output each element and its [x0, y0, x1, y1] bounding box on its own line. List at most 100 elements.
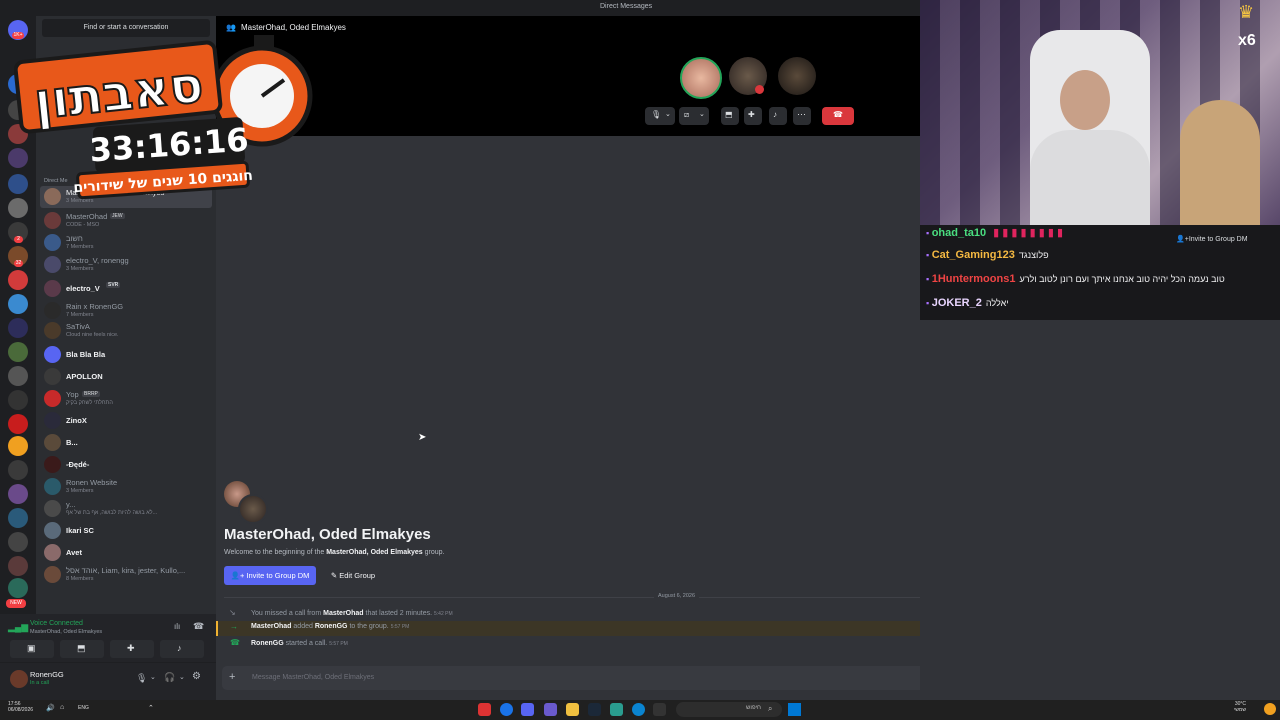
server-icon[interactable]	[8, 578, 28, 598]
avatar	[44, 346, 61, 363]
dm-item[interactable]: y... לא בושה להיות לבושה, אף בת של אף...	[40, 498, 212, 520]
server-icon[interactable]	[8, 366, 28, 386]
weather-widget[interactable]: 30°C שמשי	[1234, 701, 1246, 713]
dm-item[interactable]: B...	[40, 432, 212, 454]
leave-call-button[interactable]: ☎	[822, 107, 854, 125]
participant-avatar[interactable]	[778, 57, 816, 95]
message-post: to the group.	[347, 623, 389, 630]
chevron-down-icon[interactable]: ⌄	[150, 673, 156, 681]
mic-toggle[interactable]: 🎙 ⌄	[645, 107, 675, 125]
dm-item[interactable]: MasterOhad JEW CODE - MSO	[40, 210, 212, 232]
welcome-name: MasterOhad, Oded Elmakyes	[326, 549, 423, 556]
message-user[interactable]: MasterOhad	[323, 610, 363, 617]
message-user[interactable]: RonenGG	[315, 623, 348, 630]
server-icon[interactable]	[8, 532, 28, 552]
screenshare-button[interactable]: ⬒	[60, 640, 104, 658]
dm-name: חשוב	[66, 234, 83, 243]
dm-item[interactable]: Bla Bla Bla	[40, 344, 212, 366]
settings-gear-icon[interactable]: ⚙	[192, 671, 201, 682]
camera-button[interactable]: ▣	[10, 640, 54, 658]
camera-toggle[interactable]: ⧄ ⌄	[679, 107, 709, 125]
chevron-up-icon[interactable]: ⌃	[148, 704, 154, 712]
edit-group-button[interactable]: ✎ Edit Group	[324, 566, 382, 585]
dm-item[interactable]: SaTivA Cloud nine feels nice.	[40, 320, 212, 342]
voice-channel[interactable]: MasterOhad, Oded Elmakyes	[30, 629, 102, 635]
dm-item[interactable]: חשוב 7 Members	[40, 232, 212, 254]
network-icon[interactable]: ⌂	[60, 704, 64, 711]
server-icon[interactable]	[8, 414, 28, 434]
server-icon[interactable]	[8, 460, 28, 480]
avatar[interactable]	[10, 670, 28, 688]
subathon-overlay: סאבתון 33:16:16 חוגגים 10 שנים של שידורי…	[14, 35, 313, 200]
avatar	[44, 256, 61, 273]
mic-icon[interactable]: 🎙	[136, 673, 147, 684]
noise-suppression-icon[interactable]: ılı	[174, 622, 180, 631]
dm-item[interactable]: Avet	[40, 542, 212, 564]
welcome-text: Welcome to the beginning of the MasterOh…	[224, 549, 445, 556]
message-user[interactable]: MasterOhad	[251, 623, 291, 630]
soundboard-button[interactable]: ♪	[769, 107, 787, 125]
activity-button[interactable]: ✚	[110, 640, 154, 658]
headphones-icon[interactable]: 🎧	[164, 672, 175, 683]
message-post: that lasted 2 minutes.	[363, 610, 433, 617]
streamer-head	[1060, 70, 1110, 130]
taskbar-clock[interactable]: 17:56 06/08/2026	[8, 701, 33, 713]
dm-name: B...	[66, 438, 78, 447]
dm-subtitle: Cloud nine feels nice.	[66, 332, 119, 338]
folder-icon[interactable]	[566, 703, 579, 716]
soundboard-button[interactable]: ♪	[160, 640, 204, 658]
volume-icon[interactable]: 🔊	[46, 704, 55, 712]
server-icon[interactable]	[8, 294, 28, 314]
avatar	[44, 522, 61, 539]
dm-item[interactable]: Ronen Website 3 Members	[40, 476, 212, 498]
start-icon[interactable]	[788, 703, 801, 716]
stream-chat-message: ▪ Cat_Gaming123 פלוצנגד	[926, 249, 1276, 267]
add-attachment-icon[interactable]: +	[229, 671, 235, 683]
app-icon[interactable]	[653, 703, 666, 716]
dm-item[interactable]: electro_V, ronengg 3 Members	[40, 254, 212, 276]
more-button[interactable]: ⋯	[793, 107, 811, 125]
dm-item[interactable]: Rain x RonenGG 7 Members	[40, 300, 212, 322]
server-icon[interactable]	[8, 484, 28, 504]
server-icon[interactable]	[8, 318, 28, 338]
chevron-down-icon[interactable]: ⌄	[179, 673, 185, 681]
dm-name: APOLLON	[66, 372, 103, 381]
dm-item[interactable]: Ikari SC	[40, 520, 212, 542]
server-icon[interactable]	[8, 342, 28, 362]
chrome-icon[interactable]	[500, 703, 513, 716]
app-icon[interactable]	[478, 703, 491, 716]
dm-item[interactable]: ZinoX	[40, 410, 212, 432]
dm-item[interactable]: electro_V SVR	[40, 278, 212, 300]
app-icon[interactable]	[544, 703, 557, 716]
server-icon[interactable]	[8, 556, 28, 576]
dm-item[interactable]: אוהד אסל, Liam, kira, jester, Kullo,... 8…	[40, 564, 212, 586]
dm-item[interactable]: APOLLON	[40, 366, 212, 388]
screenshare-button[interactable]: ⬒	[721, 107, 739, 125]
message-user[interactable]: RonenGG	[251, 640, 284, 647]
avatar	[44, 478, 61, 495]
app-icon[interactable]	[610, 703, 623, 716]
stream-chat-text: טוב נעמה הכל יהיה טוב אנחנו איתך ועם רונ…	[1019, 274, 1225, 284]
taskbar-search[interactable]: חיפוש ⌕	[676, 702, 782, 717]
steam-icon[interactable]	[588, 703, 601, 716]
message-text: RonenGG started a call. 5:57 PM	[251, 640, 348, 647]
disconnect-icon[interactable]: ☎	[193, 621, 204, 632]
stream-chat-message: ▪ JOKER_2 יאללה	[926, 297, 1276, 315]
server-icon[interactable]	[8, 270, 28, 290]
unread-badge: 32	[14, 260, 23, 267]
activity-button[interactable]: ✚	[744, 107, 762, 125]
server-icon[interactable]	[8, 508, 28, 528]
language-indicator[interactable]: ENG	[78, 705, 89, 711]
dm-item[interactable]: Yop BRRP התחלתי לשחק בקיק	[40, 388, 212, 410]
server-icon[interactable]	[8, 390, 28, 410]
message-time: 5:57 PM	[329, 641, 348, 647]
edge-icon[interactable]	[632, 703, 645, 716]
server-icon[interactable]	[8, 436, 28, 456]
discord-icon[interactable]	[521, 703, 534, 716]
dm-item[interactable]: -Ðędé-	[40, 454, 212, 476]
stream-invite-label: 👤+Invite to Group DM	[1176, 235, 1248, 243]
participant-avatar[interactable]	[680, 57, 722, 99]
avatar	[44, 544, 61, 561]
server-icon[interactable]	[8, 198, 28, 218]
invite-button[interactable]: 👤+ Invite to Group DM	[224, 566, 316, 585]
